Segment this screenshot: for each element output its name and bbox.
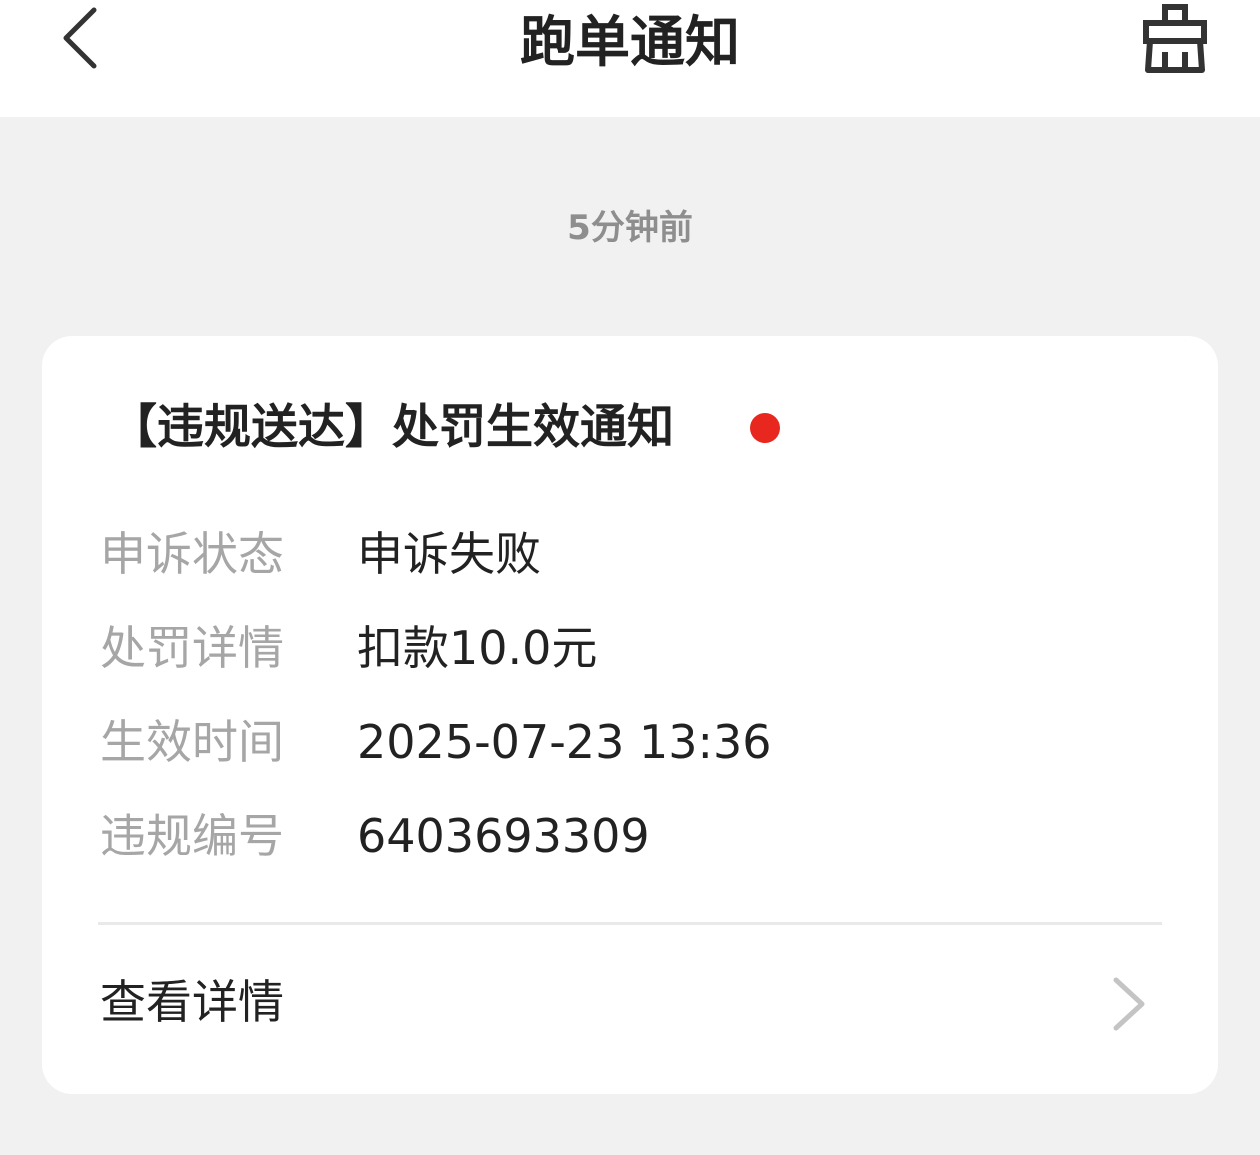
unread-dot xyxy=(750,413,780,443)
clear-notifications-button[interactable] xyxy=(1138,2,1214,78)
field-value: 6403693309 xyxy=(357,809,650,863)
message-timestamp: 5分钟前 xyxy=(567,208,693,248)
field-value: 2025-07-23 13:36 xyxy=(357,715,772,769)
field-row-penalty-details: 处罚详情 扣款10.0元 xyxy=(100,618,1160,678)
field-label: 违规编号 xyxy=(100,809,284,863)
field-value: 申诉失败 xyxy=(357,527,541,581)
field-row-violation-id: 违规编号 6403693309 xyxy=(100,806,1160,866)
chevron-right-icon xyxy=(1113,977,1145,1031)
notification-card: 【违规送达】处罚生效通知 申诉状态 申诉失败 处罚详情 扣款10.0元 生效时间… xyxy=(42,336,1218,1094)
field-row-effective-time: 生效时间 2025-07-23 13:36 xyxy=(100,712,1160,772)
broom-clean-icon xyxy=(1143,4,1207,73)
field-label: 生效时间 xyxy=(100,715,284,769)
field-row-appeal-status: 申诉状态 申诉失败 xyxy=(100,524,1160,584)
field-label: 处罚详情 xyxy=(100,621,284,675)
view-details-link[interactable]: 查看详情 xyxy=(42,926,1218,1086)
notification-title: 【违规送达】处罚生效通知 xyxy=(110,400,674,455)
field-label: 申诉状态 xyxy=(100,527,284,581)
field-value: 扣款10.0元 xyxy=(357,621,598,675)
view-details-label: 查看详情 xyxy=(100,975,284,1029)
page-title: 跑单通知 xyxy=(519,10,740,74)
divider xyxy=(98,922,1162,925)
top-bar: 跑单通知 xyxy=(0,0,1260,117)
